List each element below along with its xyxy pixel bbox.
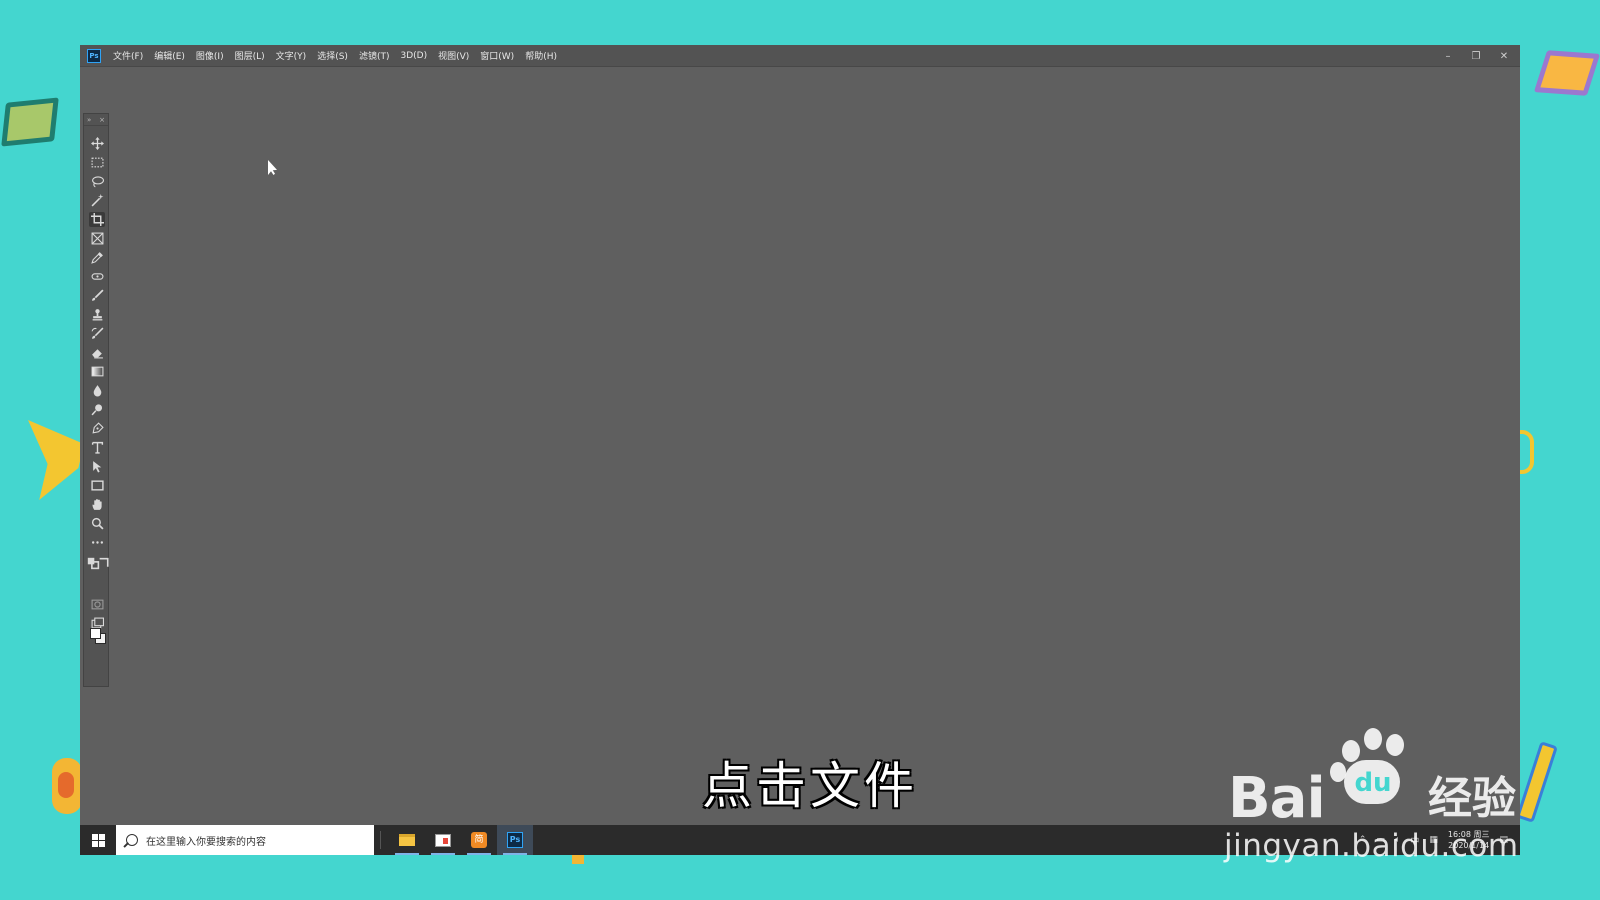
volume-icon[interactable]: 🔈︎ [1395,835,1400,845]
menu-3d[interactable]: 3D(D) [400,51,427,61]
clock-time: 16:08 周三 [1447,830,1490,839]
decorative-orange-parallelogram [1533,50,1600,96]
menu-bar: Ps 文件(F) 编辑(E) 图像(I) 图层(L) 文字(Y) 选择(S) 滤… [80,45,1520,67]
menu-window[interactable]: 窗口(W) [480,49,514,62]
history-brush-icon[interactable] [89,326,105,341]
mouse-cursor-icon [268,160,277,175]
folder-icon [399,834,415,846]
decorative-pencil [1516,741,1558,823]
decorative-yellow-star [28,420,84,500]
stamp-icon[interactable] [89,307,105,322]
swap-colors-icon[interactable] [98,556,109,567]
tools-panel-header: » × [84,114,108,126]
window-controls: – ❐ ✕ [1442,45,1510,67]
windows-logo-icon [91,833,105,847]
move-icon[interactable] [89,136,105,151]
frame-icon[interactable] [89,231,105,246]
orange-app-icon: 简 [471,832,487,848]
menu-view[interactable]: 视图(V) [438,49,469,62]
menu-file[interactable]: 文件(F) [113,49,143,62]
lasso-icon[interactable] [89,174,105,189]
type-icon[interactable] [89,440,105,455]
healing-brush-icon[interactable] [89,269,105,284]
ellipsis-icon[interactable] [89,535,105,550]
system-tray: ⌃ ▭ 🔈︎ 中 ▦ 16:08 周三 2020/1/14 ▤ [1359,825,1508,855]
collapse-panel-icon[interactable]: » [87,116,91,124]
decorative-blob [52,758,82,814]
file-explorer-button[interactable] [389,825,425,855]
photos-icon [435,833,451,847]
photoshop-icon: Ps [507,832,523,848]
crop-icon[interactable] [89,212,105,227]
pen-icon[interactable] [89,421,105,436]
notification-icon[interactable]: ▤ [1499,835,1508,845]
ime-icon[interactable]: 中 [1410,834,1419,847]
menu-type[interactable]: 文字(Y) [276,49,307,62]
clock[interactable]: 16:08 周三 2020/1/14 [1448,829,1490,851]
clock-date: 2020/1/14 [1448,841,1490,850]
minimize-button[interactable]: – [1442,51,1454,62]
eraser-icon[interactable] [89,345,105,360]
menu-image[interactable]: 图像(I) [196,49,224,62]
start-button[interactable] [80,825,116,855]
eyedropper-icon[interactable] [89,250,105,265]
keyboard-icon[interactable]: ▦ [1429,835,1438,845]
tools-panel: » × [83,113,109,687]
hand-icon[interactable] [89,497,105,512]
close-button[interactable]: ✕ [1498,51,1510,62]
quick-mask-icon[interactable] [89,597,105,612]
taskbar: 在这里输入你要搜索的内容 简 Ps ⌃ ▭ 🔈︎ 中 ▦ 16:08 周三 20… [80,825,1520,855]
decorative-square [572,854,584,864]
menu-filter[interactable]: 滤镜(T) [359,49,390,62]
orange-app-button[interactable]: 简 [461,825,497,855]
menu-layer[interactable]: 图层(L) [235,49,265,62]
taskbar-search-box[interactable]: 在这里输入你要搜索的内容 [116,825,374,855]
rectangle-icon[interactable] [89,478,105,493]
dodge-icon[interactable] [89,402,105,417]
search-icon [126,834,138,846]
brush-icon[interactable] [89,288,105,303]
photoshop-taskbar-button[interactable]: Ps [497,825,533,855]
taskbar-divider [380,831,381,849]
photoshop-window: Ps 文件(F) 编辑(E) 图像(I) 图层(L) 文字(Y) 选择(S) 滤… [80,45,1520,855]
photoshop-logo-icon[interactable]: Ps [87,48,101,63]
blur-drop-icon[interactable] [89,383,105,398]
close-panel-icon[interactable]: × [99,116,105,124]
foreground-color-swatch[interactable] [90,628,101,639]
search-placeholder: 在这里输入你要搜索的内容 [146,836,266,848]
rectangle-marquee-icon[interactable] [89,155,105,170]
chevron-up-icon[interactable]: ⌃ [1359,835,1367,845]
menu-help[interactable]: 帮助(H) [525,49,557,62]
network-icon[interactable]: ▭ [1376,835,1385,845]
path-selection-icon[interactable] [89,459,105,474]
zoom-icon[interactable] [89,516,105,531]
restore-button[interactable]: ❐ [1470,51,1482,62]
menu-edit[interactable]: 编辑(E) [154,49,185,62]
default-colors-icon[interactable] [87,556,100,570]
photos-app-button[interactable] [425,825,461,855]
menu-select[interactable]: 选择(S) [317,49,348,62]
magic-wand-icon[interactable] [89,193,105,208]
decorative-green-parallelogram [1,97,59,147]
gradient-icon[interactable] [89,364,105,379]
